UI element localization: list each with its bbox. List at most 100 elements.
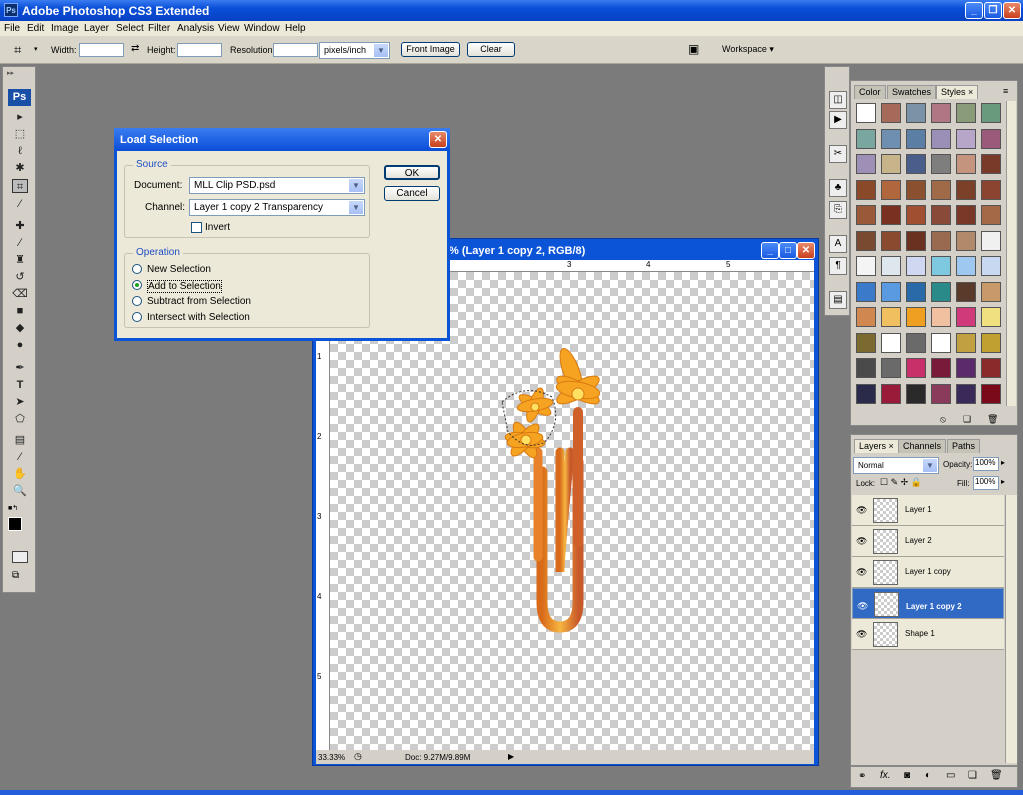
style-swatch[interactable] <box>906 332 926 353</box>
style-swatch[interactable] <box>881 307 901 327</box>
style-swatch[interactable] <box>981 358 1001 378</box>
style-swatch[interactable] <box>956 103 976 123</box>
style-swatch[interactable] <box>856 307 876 327</box>
restore-button[interactable]: ❐ <box>984 2 1002 19</box>
style-swatch[interactable] <box>856 128 876 149</box>
style-swatch[interactable] <box>956 256 976 276</box>
layer-row[interactable]: 👁 Shape 1 <box>852 619 1004 650</box>
menu-help[interactable]: Help <box>285 23 306 34</box>
new-selection-radio[interactable] <box>132 264 142 274</box>
menu-file[interactable]: File <box>4 23 20 34</box>
tab-channels[interactable]: Channels <box>898 439 947 453</box>
tab-color[interactable]: Color <box>854 85 886 99</box>
style-swatch[interactable] <box>981 281 1001 302</box>
zoom-level[interactable]: 33.33% <box>318 753 345 762</box>
eye-icon[interactable]: 👁 <box>856 536 867 547</box>
menu-edit[interactable]: Edit <box>27 23 44 34</box>
style-swatch[interactable] <box>931 332 951 353</box>
delete-style-icon[interactable]: 🗑 <box>987 414 998 425</box>
document-canvas[interactable] <box>330 272 814 750</box>
close-button[interactable]: ✕ <box>1003 2 1021 19</box>
paragraph-icon[interactable]: ¶ <box>829 257 847 275</box>
style-swatch[interactable] <box>931 281 951 302</box>
layer-row[interactable]: 👁 Layer 1 <box>852 495 1004 526</box>
swap-dimensions-icon[interactable]: ⇄ <box>131 43 139 54</box>
lasso-tool-icon[interactable]: ℓ <box>12 144 28 158</box>
style-swatch[interactable] <box>856 358 876 378</box>
menu-layer[interactable]: Layer <box>84 23 109 34</box>
photoshop-logo[interactable]: Ps <box>8 89 31 106</box>
style-swatch[interactable] <box>906 154 926 174</box>
intersect-with-selection-radio[interactable] <box>132 312 142 322</box>
height-input[interactable] <box>177 43 222 57</box>
doc-minimize-button[interactable]: _ <box>761 242 779 259</box>
blend-mode-select[interactable]: Normal ▼ <box>853 457 939 474</box>
layer-row[interactable]: 👁 Layer 2 <box>852 526 1004 557</box>
style-swatch[interactable] <box>981 154 1001 174</box>
eye-icon[interactable]: 👁 <box>857 599 868 614</box>
style-swatch[interactable] <box>931 154 951 174</box>
quick-mask-icon[interactable] <box>12 551 28 563</box>
actions-play-icon[interactable]: ▶ <box>829 111 847 129</box>
style-swatch[interactable] <box>931 179 951 200</box>
style-swatch[interactable] <box>906 307 926 327</box>
style-swatch[interactable] <box>981 256 1001 276</box>
eye-icon[interactable]: 👁 <box>856 505 867 516</box>
brushes-icon[interactable]: ♣ <box>829 179 847 197</box>
status-menu-arrow-icon[interactable]: ▶ <box>508 752 514 761</box>
style-swatch[interactable] <box>931 103 951 123</box>
layer-row-selected[interactable]: 👁 Layer 1 copy 2 <box>852 588 1004 619</box>
clone-source-icon[interactable]: ⎘ <box>829 201 847 219</box>
tool-presets-icon[interactable]: ✂ <box>829 145 847 163</box>
style-swatch[interactable] <box>981 307 1001 327</box>
style-swatch[interactable] <box>881 179 901 200</box>
style-swatch[interactable] <box>856 205 876 225</box>
style-swatch[interactable] <box>956 307 976 327</box>
doc-close-button[interactable]: ✕ <box>797 242 815 259</box>
tool-preset-dropdown-icon[interactable]: ▾ <box>34 45 38 53</box>
screen-mode-icon[interactable]: ⧉ <box>12 570 19 581</box>
invert-checkbox[interactable] <box>191 222 202 233</box>
blur-tool-icon[interactable]: ◆ <box>12 321 28 335</box>
doc-maximize-button[interactable]: □ <box>779 242 797 259</box>
style-swatch[interactable] <box>956 383 976 404</box>
history-brush-icon[interactable]: ↺ <box>12 270 28 284</box>
magic-wand-tool-icon[interactable]: ✱ <box>12 161 28 175</box>
panel-menu-icon[interactable]: ≡ <box>1003 86 1008 96</box>
style-swatch[interactable] <box>931 230 951 251</box>
eraser-tool-icon[interactable]: ⌫ <box>12 287 28 301</box>
style-swatch[interactable] <box>881 383 901 404</box>
style-swatch[interactable] <box>956 281 976 302</box>
subtract-from-selection-radio[interactable] <box>132 296 142 306</box>
style-swatch[interactable] <box>931 383 951 404</box>
brush-tool-icon[interactable]: ∕ <box>12 236 28 250</box>
menu-image[interactable]: Image <box>51 23 79 34</box>
style-swatch[interactable] <box>981 230 1001 251</box>
new-group-icon[interactable]: ▭ <box>946 770 955 781</box>
layers-scrollbar[interactable] <box>1005 495 1017 763</box>
clear-style-icon[interactable]: ⦸ <box>940 414 946 425</box>
front-image-button[interactable]: Front Image <box>401 42 460 57</box>
delete-layer-icon[interactable]: 🗑 <box>990 770 1003 781</box>
crop-tool-icon[interactable]: ⌗ <box>14 42 21 58</box>
link-layers-icon[interactable]: ⚭ <box>858 771 866 782</box>
style-swatch[interactable] <box>981 128 1001 149</box>
document-select[interactable]: MLL Clip PSD.psd ▼ <box>189 177 365 194</box>
healing-brush-icon[interactable]: ✚ <box>12 219 28 233</box>
move-tool-icon[interactable]: ▸ <box>12 110 28 124</box>
style-swatch[interactable] <box>956 154 976 174</box>
style-swatch[interactable] <box>981 205 1001 225</box>
file-browser-icon[interactable]: ▣ <box>688 42 699 56</box>
style-swatch[interactable] <box>856 383 876 404</box>
style-swatch[interactable] <box>956 179 976 200</box>
resolution-units-select[interactable]: pixels/inch ▼ <box>319 42 390 59</box>
style-swatch[interactable] <box>856 154 876 174</box>
style-swatch[interactable] <box>881 332 901 353</box>
style-swatch[interactable] <box>881 205 901 225</box>
style-swatch[interactable] <box>956 332 976 353</box>
lock-icons[interactable]: ☐ ✎ ✢ 🔒 <box>880 477 922 488</box>
shape-tool-icon[interactable]: ⬠ <box>12 412 28 426</box>
opacity-arrow-icon[interactable]: ▸ <box>1001 458 1005 467</box>
style-swatch[interactable] <box>981 103 1001 123</box>
menu-analysis[interactable]: Analysis <box>177 23 214 34</box>
